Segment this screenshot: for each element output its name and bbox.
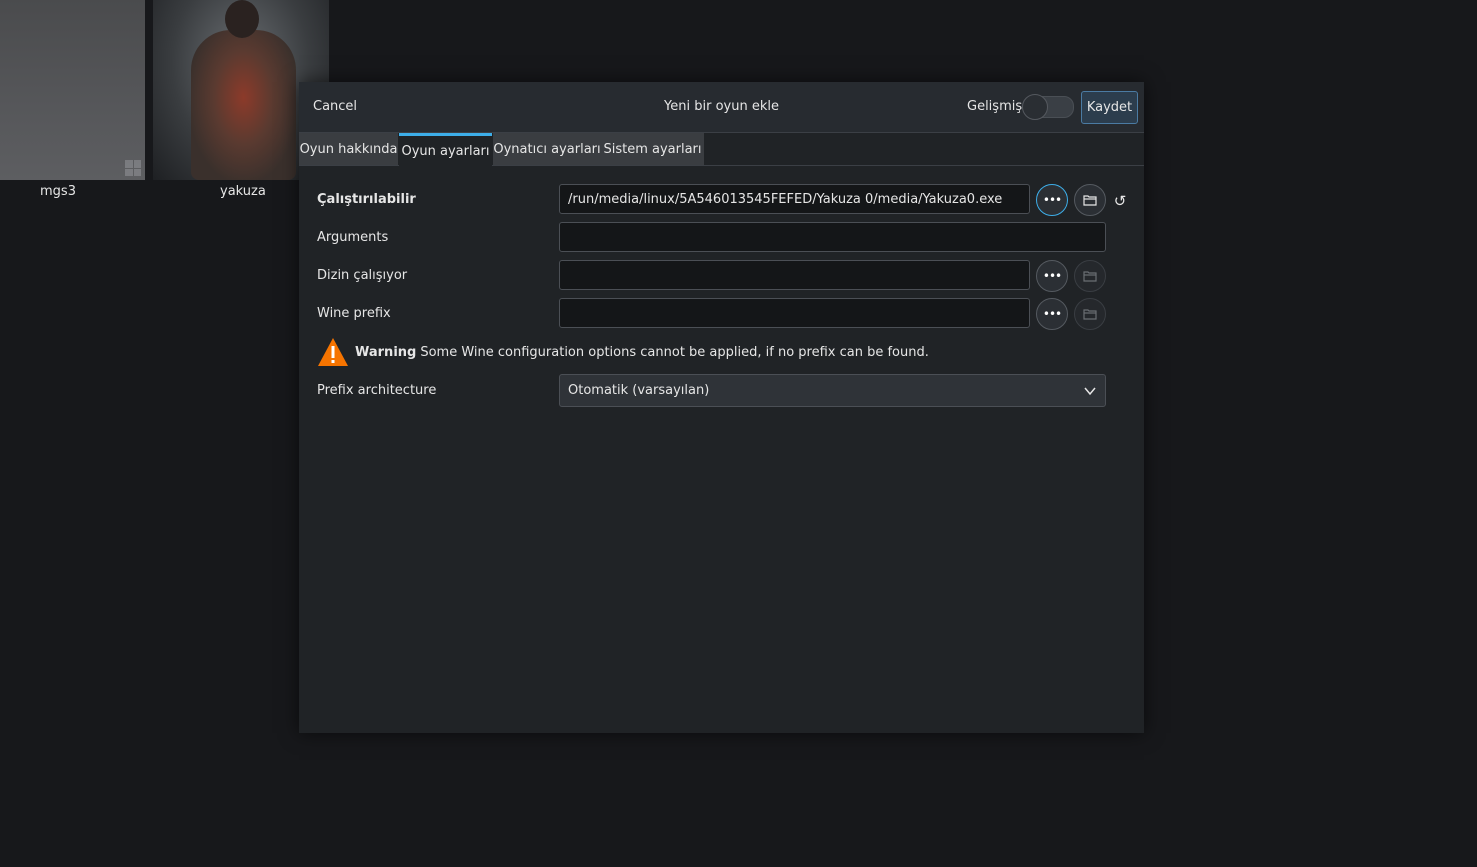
more-icon: •••	[1042, 307, 1062, 321]
prefix-arch-select[interactable]: Otomatik (varsayılan)	[559, 374, 1106, 407]
more-icon: •••	[1042, 269, 1062, 283]
warning-icon	[318, 338, 348, 366]
arguments-field[interactable]	[559, 222, 1106, 252]
warning-text: Some Wine configuration options cannot b…	[420, 344, 929, 360]
folder-icon	[1083, 195, 1097, 206]
tab-system-settings[interactable]: Sistem ayarları	[601, 133, 704, 165]
executable-field[interactable]: /run/media/linux/5A546013545FEFED/Yakuza…	[559, 184, 1030, 214]
arguments-label: Arguments	[317, 230, 389, 245]
cover-art-head	[225, 0, 259, 38]
game-label-yakuza: yakuza	[220, 184, 266, 199]
folder-icon	[1083, 309, 1097, 320]
chevron-down-icon	[1084, 387, 1096, 395]
wine-prefix-field[interactable]	[559, 298, 1030, 328]
prefix-arch-value: Otomatik (varsayılan)	[568, 383, 710, 398]
warning-message: Warning Some Wine configuration options …	[317, 336, 929, 368]
tab-about-game[interactable]: Oyun hakkında	[299, 133, 398, 165]
dialog-header: Cancel Yeni bir oyun ekle Gelişmiş Kayde…	[299, 82, 1144, 133]
executable-label: Çalıştırılabilir	[317, 192, 416, 207]
cancel-button[interactable]: Cancel	[313, 99, 357, 114]
cover-art-figure	[191, 30, 296, 180]
reset-icon[interactable]: ↺	[1111, 192, 1129, 210]
working-dir-label: Dizin çalışıyor	[317, 268, 408, 283]
prefix-arch-label: Prefix architecture	[317, 383, 437, 398]
warning-title: Warning	[355, 344, 417, 360]
add-game-dialog: Cancel Yeni bir oyun ekle Gelişmiş Kayde…	[299, 82, 1144, 733]
tab-game-settings[interactable]: Oyun ayarları	[399, 133, 492, 166]
advanced-label: Gelişmiş	[967, 99, 1023, 114]
game-tile-mgs3[interactable]	[0, 0, 145, 180]
executable-folder-button[interactable]	[1074, 184, 1106, 216]
working-dir-folder-button[interactable]	[1074, 260, 1106, 292]
executable-browse-button[interactable]: •••	[1036, 184, 1068, 216]
wine-prefix-browse-button[interactable]: •••	[1036, 298, 1068, 330]
toggle-knob	[1022, 94, 1048, 120]
folder-icon	[1083, 271, 1097, 282]
tab-runner-settings[interactable]: Oynatıcı ayarları	[493, 133, 601, 165]
working-dir-browse-button[interactable]: •••	[1036, 260, 1068, 292]
wine-prefix-folder-button[interactable]	[1074, 298, 1106, 330]
more-icon: •••	[1042, 193, 1062, 207]
game-label-mgs3: mgs3	[40, 184, 76, 199]
tab-bar: Oyun hakkında Oyun ayarları Oynatıcı aya…	[299, 133, 1144, 166]
wine-prefix-label: Wine prefix	[317, 306, 391, 321]
save-button[interactable]: Kaydet	[1081, 91, 1138, 124]
advanced-toggle[interactable]	[1022, 94, 1074, 120]
working-dir-field[interactable]	[559, 260, 1030, 290]
windows-icon	[125, 160, 141, 176]
